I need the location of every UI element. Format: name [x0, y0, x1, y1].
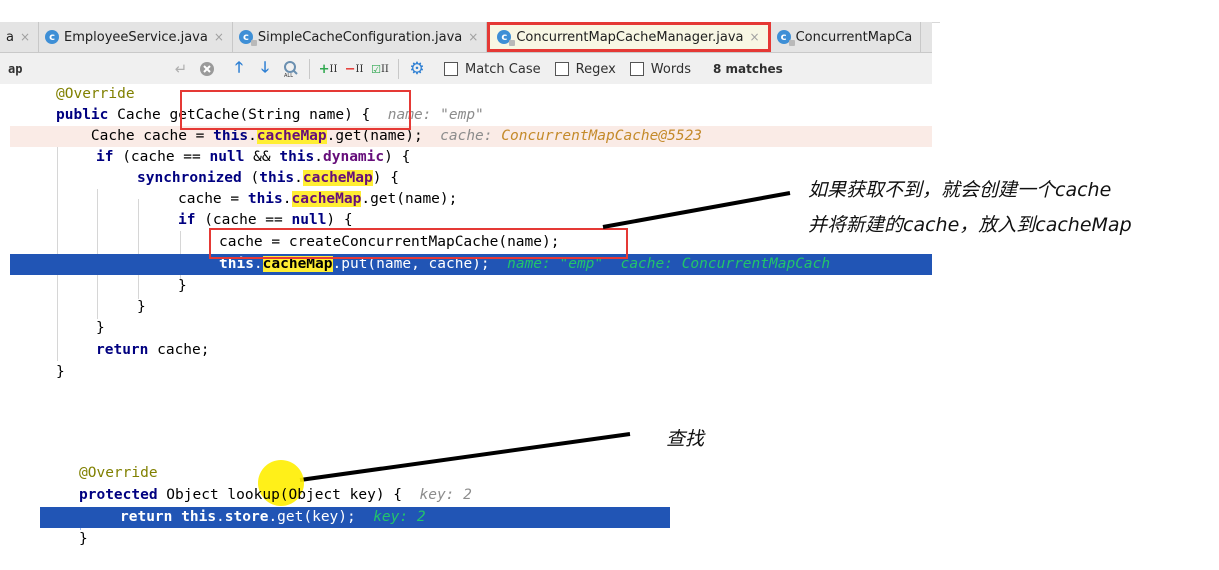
- code-line: }: [79, 531, 88, 547]
- annotation-put-cachemap: 并将新建的cache，放入到cacheMap: [808, 214, 1132, 236]
- code-line: protected Object lookup(Object key) { ke…: [79, 487, 472, 503]
- execution-point-line: return this.store.get(key); key: 2: [40, 507, 670, 528]
- annotation-create-cache: 如果获取不到，就会创建一个cache: [808, 179, 1112, 201]
- code-editor-lookup[interactable]: @Override protected Object lookup(Object…: [40, 460, 670, 562]
- arrow-line-create: [602, 191, 791, 229]
- code-line: @Override: [79, 465, 158, 481]
- annotation-lookup: 查找: [666, 428, 705, 450]
